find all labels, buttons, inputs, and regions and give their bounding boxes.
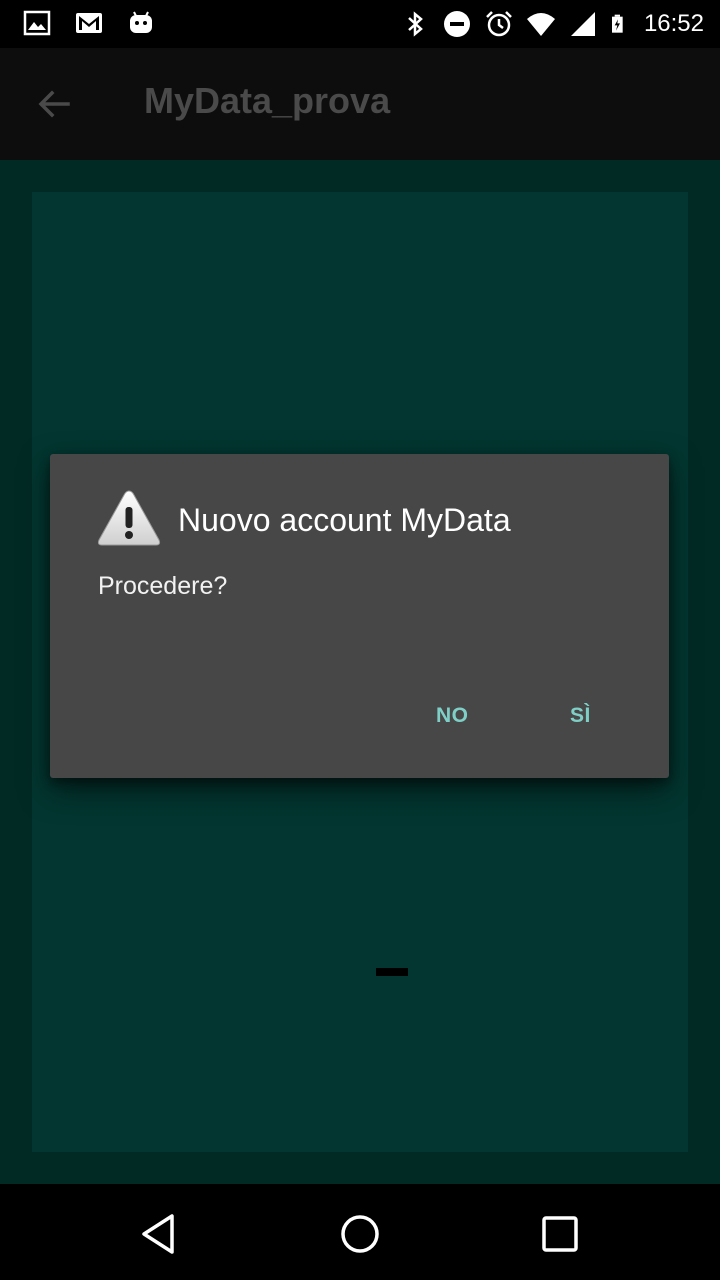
android-icon [130, 11, 152, 33]
screen: 16:52 MyData_prova Nuovo account MyData … [0, 0, 720, 1280]
app-bar: MyData_prova [0, 48, 720, 160]
card-handle [376, 968, 408, 976]
nav-recents-icon[interactable] [538, 1212, 582, 1256]
navigation-bar [0, 1184, 720, 1280]
battery-charging-icon [611, 14, 623, 33]
app-title: MyData_prova [144, 80, 391, 121]
yes-button[interactable]: SÌ [570, 704, 591, 744]
bluetooth-icon [408, 11, 423, 37]
gallery-icon [23, 10, 51, 36]
system-icons: 16:52 [400, 6, 704, 42]
clock: 16:52 [643, 10, 704, 37]
no-button[interactable]: NO [436, 704, 469, 744]
nav-back-icon[interactable] [138, 1212, 182, 1256]
alert-dialog: Nuovo account MyData Procedere? NO SÌ [50, 454, 669, 778]
warning-icon [97, 490, 161, 546]
dialog-title: Nuovo account MyData [178, 502, 511, 538]
alarm-icon [486, 11, 512, 37]
arrow-back-icon[interactable] [34, 84, 74, 124]
gmail-icon [76, 13, 102, 33]
nav-home-icon[interactable] [338, 1212, 382, 1256]
status-bar: 16:52 [0, 0, 720, 48]
do-not-disturb-icon [443, 11, 470, 37]
wifi-icon [526, 13, 555, 36]
signal-icon [570, 12, 595, 36]
notification-icons [22, 8, 156, 38]
dialog-message: Procedere? [98, 572, 228, 600]
